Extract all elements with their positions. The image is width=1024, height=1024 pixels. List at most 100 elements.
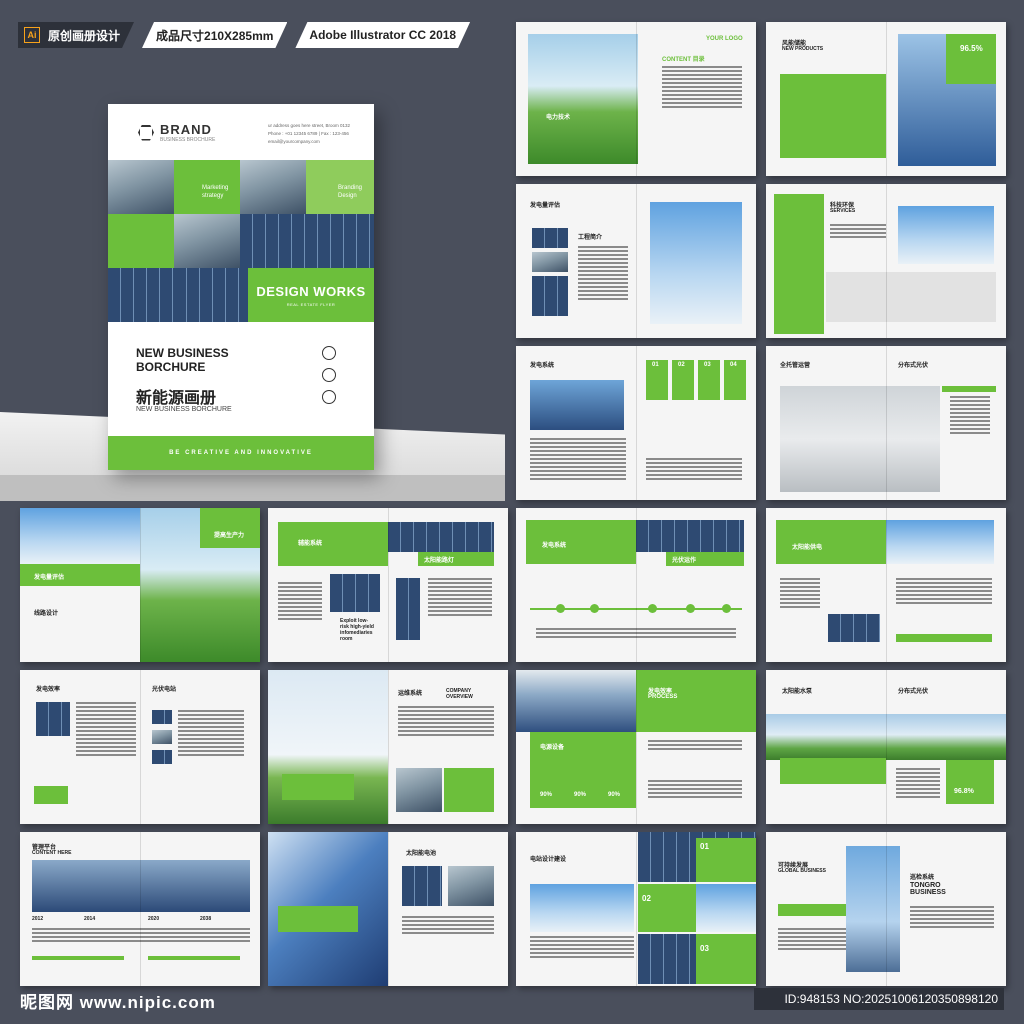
grey-band: [826, 272, 996, 322]
timeline-dot: [556, 604, 565, 613]
spread-sustainable: 可持续发展 GLOBAL BUSINESS 巡检系统 TONGRO BUSINE…: [766, 832, 1006, 986]
stat-percent: 96.8%: [954, 788, 974, 795]
timeline-dot: [648, 604, 657, 613]
text-lines: [780, 578, 820, 610]
business-title: TONGRO BUSINESS: [910, 882, 946, 896]
solar-photo: [516, 670, 636, 732]
site-watermark: 昵图网 www.nipic.com: [20, 993, 216, 1012]
green-header: 太阳能供电: [776, 520, 886, 564]
solar-photo: [638, 934, 696, 984]
step-number: 01: [652, 362, 659, 368]
timeline-dot: [722, 604, 731, 613]
wind-photo: [268, 670, 388, 824]
spread-steps: 发电系统 01 02 03 04: [516, 346, 756, 500]
thumb-photo: [152, 750, 172, 764]
timeline-dot: [590, 604, 599, 613]
city-photo: [766, 714, 1006, 760]
year-label: 2014: [84, 916, 96, 922]
green-bar: [942, 386, 996, 392]
year-label: 2038: [200, 916, 212, 922]
green-box: [34, 786, 68, 804]
spread-title: 辅能系统: [298, 541, 323, 547]
spread-power-supply: 太阳能供电: [766, 508, 1006, 662]
illustrator-icon: Ai: [24, 27, 40, 43]
thumb-photo: [532, 228, 568, 248]
marketing-label: Marketing strategy: [202, 185, 229, 199]
green-panel: [780, 74, 886, 158]
step-number: 03: [704, 362, 711, 368]
contact-info: ur address goes here street, Broom 0132 …: [268, 122, 350, 146]
brand-logo: BRAND BUSINESS BROCHURE: [138, 122, 215, 143]
green-bar: 太阳能路灯: [418, 552, 494, 566]
solar-sky-photo: [650, 202, 742, 324]
photo-tile: [108, 160, 174, 214]
brochure-cover: BRAND BUSINESS BROCHURE ur address goes …: [108, 104, 374, 470]
spread-subtitle: NEW PRODUCTS: [782, 46, 824, 52]
step-number: 02: [642, 894, 651, 903]
green-tile: [108, 214, 174, 268]
stat-percent: 96.5%: [960, 44, 983, 53]
logo-text: YOUR LOGO: [706, 36, 743, 42]
solar-photo: [36, 702, 70, 736]
spread-construction: 电站设计建设 01 02 03: [516, 832, 756, 986]
text-lines: [648, 740, 742, 752]
thumb-column: [396, 578, 420, 640]
solar-photo: [330, 574, 380, 612]
step-box: 03: [696, 934, 756, 984]
section-title: 工程简介: [578, 235, 603, 241]
solar-panel-tile: [240, 214, 374, 268]
spread-title: 发电系统: [542, 543, 567, 549]
section-title: 线路设计: [34, 611, 59, 617]
text-lines: [32, 928, 250, 944]
arrow-band: [778, 904, 846, 916]
design-works-block: DESIGN WORKS REAL ESTATE FLYER: [248, 268, 374, 322]
green-header: 辅能系统: [278, 522, 388, 566]
spread-services: 科技环保 SERVICES: [766, 184, 1006, 338]
solar-photo: [828, 614, 880, 642]
header-badges: Ai 原创画册设计 成品尺寸210X285mm Adobe Illustrato…: [18, 22, 470, 48]
marketing-tile: Marketing strategy: [174, 160, 240, 214]
solar-photo: [530, 380, 624, 430]
spread-title: 太阳能电池: [406, 851, 437, 857]
text-lines: [950, 396, 990, 436]
roof-photo: [20, 508, 140, 564]
cover-photo-grid: Marketing strategy Branding Design DESIG…: [108, 160, 374, 322]
text-lines: [402, 916, 494, 936]
text-lines: [536, 628, 736, 640]
spread-title: 发电量评估: [34, 575, 65, 581]
thumb-photo: [532, 276, 568, 316]
spread-efficiency: 发电效率 光伏电站: [20, 670, 260, 824]
spread-title-right: 分布式光伏: [898, 689, 929, 695]
green-icon-band: [780, 758, 886, 784]
cover-title-en: NEW BUSINESS BORCHURE: [136, 346, 229, 374]
spread-street-light: 辅能系统 Exploit low- risk high-yield infome…: [268, 508, 508, 662]
design-works-subtitle: REAL ESTATE FLYER: [286, 302, 336, 307]
branding-tile: Branding Design: [306, 160, 374, 214]
solar-photo: [530, 884, 634, 932]
solar-photo: [636, 520, 744, 552]
spread-title: 发电效率: [36, 687, 61, 693]
spread-subtitle: PROCESS: [648, 694, 678, 700]
stat-percent: 90%: [574, 792, 587, 798]
green-box: [444, 768, 494, 812]
thumb-photo: [152, 710, 172, 724]
brand-subtitle: BUSINESS BROCHURE: [160, 137, 216, 143]
image-id: ID:948153 NO:20251006120350898120: [754, 988, 1004, 1010]
text-lines: [76, 702, 136, 758]
step-box: 01: [696, 838, 756, 882]
overview-title: COMPANY OVERVIEW: [446, 688, 473, 700]
timeline-dot: [686, 604, 695, 613]
hand-photo: [448, 866, 494, 906]
green-box: 提高生产力: [200, 508, 260, 548]
phone-line: Phone : +01 12345 6789 | Fax : 123-456: [268, 131, 349, 136]
cover-title-cn: 新能源画册: [136, 390, 217, 407]
step-number: 03: [700, 944, 709, 953]
spread-battery: 太阳能电池: [268, 832, 508, 986]
step-card: 02: [672, 360, 694, 400]
text-lines: [648, 780, 742, 800]
spread-title-right: 光伏电站: [152, 687, 177, 693]
spread-title: 太阳能水泵: [782, 689, 813, 695]
spread-title: 电力技术: [546, 115, 571, 121]
address-line: ur address goes here street, Broom 0132: [268, 123, 351, 128]
green-header: 发电系统: [526, 520, 636, 564]
